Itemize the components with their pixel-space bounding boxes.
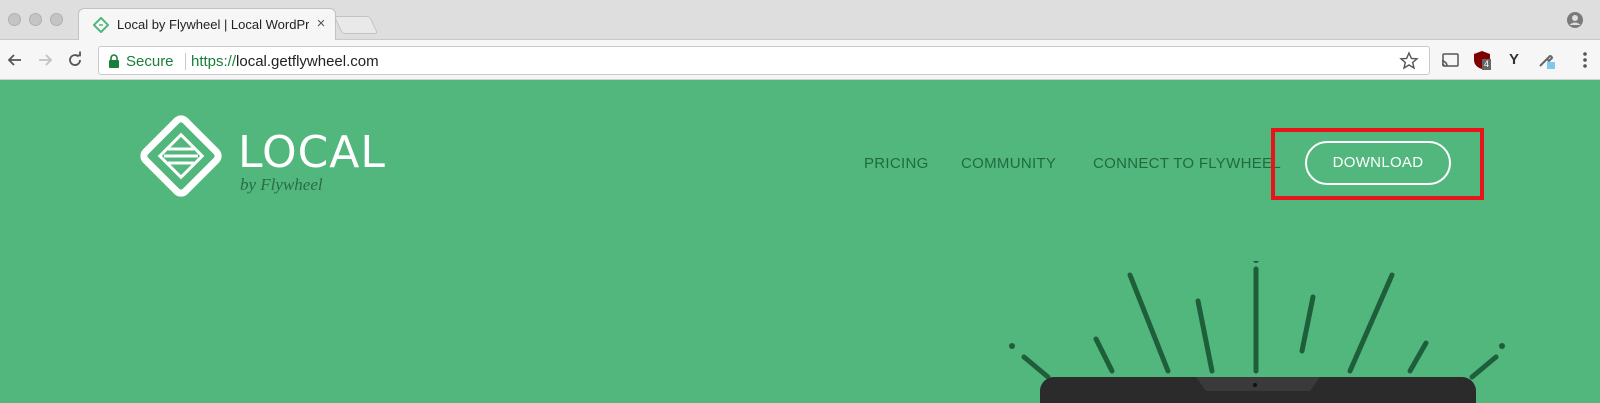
url-text[interactable]: https://local.getflywheel.com <box>191 53 379 70</box>
logo-subtitle: by Flywheel <box>240 175 323 194</box>
browser-tab[interactable]: Local by Flywheel | Local WordPress × <box>78 8 336 41</box>
hero-laptop-illustration <box>1009 261 1505 403</box>
browser-toolbar: Secure https://local.getflywheel.com 4 Y <box>0 40 1600 80</box>
nav-connect-link[interactable]: CONNECT TO FLYWHEEL <box>1093 155 1281 172</box>
ublock-icon[interactable]: 4 <box>1472 50 1492 70</box>
tab-title: Local by Flywheel | Local WordPress <box>117 17 309 32</box>
reload-icon[interactable] <box>65 50 85 70</box>
url-host: local.getflywheel.com <box>236 53 379 70</box>
local-website: LOCAL by Flywheel PRICING COMMUNITY CONN… <box>0 81 1600 403</box>
back-arrow-icon[interactable] <box>5 50 25 70</box>
forward-arrow-icon[interactable] <box>35 50 55 70</box>
cast-icon[interactable] <box>1440 50 1460 70</box>
hero-rays <box>1021 266 1499 380</box>
download-highlight-box <box>1271 128 1484 200</box>
address-bar[interactable]: Secure https://local.getflywheel.com <box>98 46 1430 75</box>
profile-icon[interactable] <box>1566 11 1584 29</box>
local-logo[interactable]: LOCAL by Flywheel <box>136 111 385 203</box>
close-window-button[interactable] <box>8 13 21 26</box>
y-extension-icon[interactable]: Y <box>1504 50 1524 70</box>
local-diamond-logo-icon <box>140 115 222 197</box>
nav-community-link[interactable]: COMMUNITY <box>961 155 1056 172</box>
omnibox-divider <box>185 53 186 70</box>
nav-pricing-link[interactable]: PRICING <box>864 155 929 172</box>
ublock-badge: 4 <box>1482 59 1492 70</box>
laptop-notch <box>1196 377 1320 391</box>
secure-label: Secure <box>126 53 174 70</box>
lock-icon <box>109 54 119 68</box>
browser-tab-bar: Local by Flywheel | Local WordPress × <box>0 0 1600 41</box>
tab-close-icon[interactable]: × <box>313 15 329 33</box>
logo-wordmark: LOCAL <box>238 127 386 178</box>
chrome-menu-icon[interactable] <box>1580 50 1590 70</box>
bookmark-star-icon[interactable] <box>1399 51 1419 71</box>
url-scheme: https:// <box>191 53 237 70</box>
zoom-window-button[interactable] <box>50 13 63 26</box>
new-tab-button[interactable] <box>333 16 379 34</box>
local-favicon-icon <box>93 17 109 33</box>
eyedropper-icon[interactable] <box>1536 50 1556 70</box>
minimize-window-button[interactable] <box>29 13 42 26</box>
laptop-camera <box>1253 383 1257 387</box>
